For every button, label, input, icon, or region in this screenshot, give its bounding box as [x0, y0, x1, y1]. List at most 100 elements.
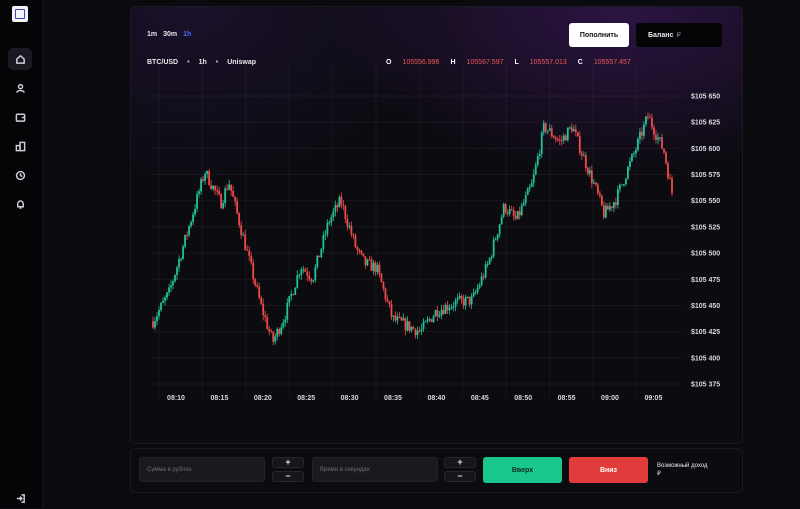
- candle-down: [270, 331, 273, 333]
- candle-up: [330, 217, 333, 223]
- candle-down: [272, 331, 275, 342]
- candle-up: [480, 276, 483, 286]
- candle-up: [424, 321, 427, 323]
- candle-up: [180, 258, 182, 260]
- x-tick-label: 08:50: [514, 395, 532, 402]
- candle-up: [627, 166, 629, 179]
- amount-increase-button[interactable]: +: [272, 457, 304, 468]
- candle-up: [376, 264, 379, 273]
- candle-up: [474, 292, 477, 294]
- candle-up: [608, 206, 611, 210]
- candle-down: [234, 196, 237, 202]
- time-decrease-button[interactable]: −: [444, 471, 476, 482]
- candle-up: [206, 170, 209, 174]
- candle-up: [500, 216, 503, 225]
- topup-button[interactable]: Пополнить: [569, 23, 629, 47]
- x-tick-label: 08:30: [341, 395, 359, 402]
- candle-up: [592, 182, 595, 184]
- candle-down: [378, 264, 381, 274]
- candle-up: [280, 327, 283, 334]
- x-tick-label: 08:20: [254, 395, 272, 402]
- candle-up: [536, 156, 539, 166]
- candle-up: [224, 188, 227, 204]
- candle-up: [450, 306, 453, 309]
- candle-up: [420, 328, 423, 332]
- candle-down: [304, 269, 307, 272]
- sidebar-item-logout[interactable]: [8, 487, 32, 509]
- interval-label[interactable]: 1h: [199, 59, 207, 66]
- bell-icon: [16, 199, 24, 209]
- tab-1m[interactable]: 1m: [147, 31, 157, 38]
- candle-down: [202, 179, 204, 181]
- tab-30m[interactable]: 30m: [163, 31, 177, 38]
- candle-up: [190, 222, 192, 227]
- building-icon: [15, 141, 25, 151]
- candle-down: [414, 328, 417, 336]
- candle-up: [322, 235, 325, 249]
- candle-up: [637, 138, 639, 150]
- ohlc-readout: O 105556.996 H 105567.597 L 105557.013 C 105…: [386, 59, 636, 66]
- candle-down: [560, 140, 563, 142]
- candle-up: [182, 246, 184, 259]
- candle-up: [604, 205, 607, 218]
- sidebar-item-history[interactable]: [8, 164, 32, 186]
- candle-down: [564, 135, 567, 141]
- candle-up: [334, 205, 337, 212]
- balance-currency: ₽: [676, 32, 681, 39]
- candle-up: [410, 326, 413, 331]
- candle-up: [657, 137, 659, 140]
- candle-down: [252, 262, 255, 280]
- ohlc-close-label: C: [577, 59, 583, 66]
- candle-down: [362, 253, 365, 257]
- candle-down: [346, 218, 349, 227]
- candle-up: [538, 154, 541, 157]
- candle-up: [168, 287, 170, 293]
- candle-down: [292, 294, 295, 296]
- x-tick-label: 09:00: [601, 395, 619, 402]
- candle-down: [352, 234, 355, 236]
- candle-up: [572, 129, 575, 132]
- candle-up: [659, 137, 661, 139]
- candle-down: [374, 262, 377, 273]
- candle-down: [380, 273, 383, 283]
- candle-up: [154, 321, 156, 328]
- candle-down: [278, 329, 281, 334]
- balance-label: Баланс: [648, 31, 674, 39]
- amount-decrease-button[interactable]: −: [272, 471, 304, 482]
- candle-down: [258, 286, 261, 298]
- sidebar-item-home[interactable]: [8, 48, 32, 70]
- candle-up: [288, 295, 291, 303]
- candle-down: [412, 326, 415, 329]
- time-input[interactable]: Время в секундах: [312, 457, 438, 482]
- sidebar-item-profile[interactable]: [8, 77, 32, 99]
- source-label[interactable]: Uniswap: [227, 59, 256, 66]
- up-button[interactable]: Вверх: [483, 457, 562, 483]
- candle-down: [358, 250, 361, 252]
- candle-up: [452, 306, 455, 308]
- candle-down: [186, 234, 188, 236]
- candle-down: [518, 211, 521, 216]
- candle-down: [661, 137, 663, 149]
- candle-up: [438, 315, 441, 317]
- tab-1h[interactable]: 1h: [183, 31, 191, 38]
- price-chart[interactable]: $105 650 $105 625 $105 600 $105 575 $105 550…: [131, 7, 742, 443]
- candle-down: [370, 259, 373, 271]
- down-button[interactable]: Вниз: [569, 457, 648, 483]
- candle-up: [348, 225, 351, 227]
- sidebar-item-wallet[interactable]: [8, 106, 32, 128]
- candle-up: [296, 275, 299, 288]
- balance-display[interactable]: Баланс ₽: [636, 23, 722, 47]
- candle-down: [404, 318, 407, 331]
- amount-input[interactable]: Сумма в рублях: [139, 457, 265, 482]
- candle-down: [610, 206, 613, 208]
- x-tick-label: 08:40: [427, 395, 445, 402]
- candle-down: [232, 190, 235, 197]
- candle-up: [546, 130, 549, 132]
- time-increase-button[interactable]: +: [444, 457, 476, 468]
- pair-label[interactable]: BTC/USD: [147, 59, 178, 66]
- sidebar-item-buildings[interactable]: [8, 135, 32, 157]
- ohlc-high-label: H: [450, 59, 456, 66]
- app-logo[interactable]: [12, 6, 28, 22]
- sidebar-item-notifications[interactable]: [8, 193, 32, 215]
- candle-up: [284, 319, 287, 323]
